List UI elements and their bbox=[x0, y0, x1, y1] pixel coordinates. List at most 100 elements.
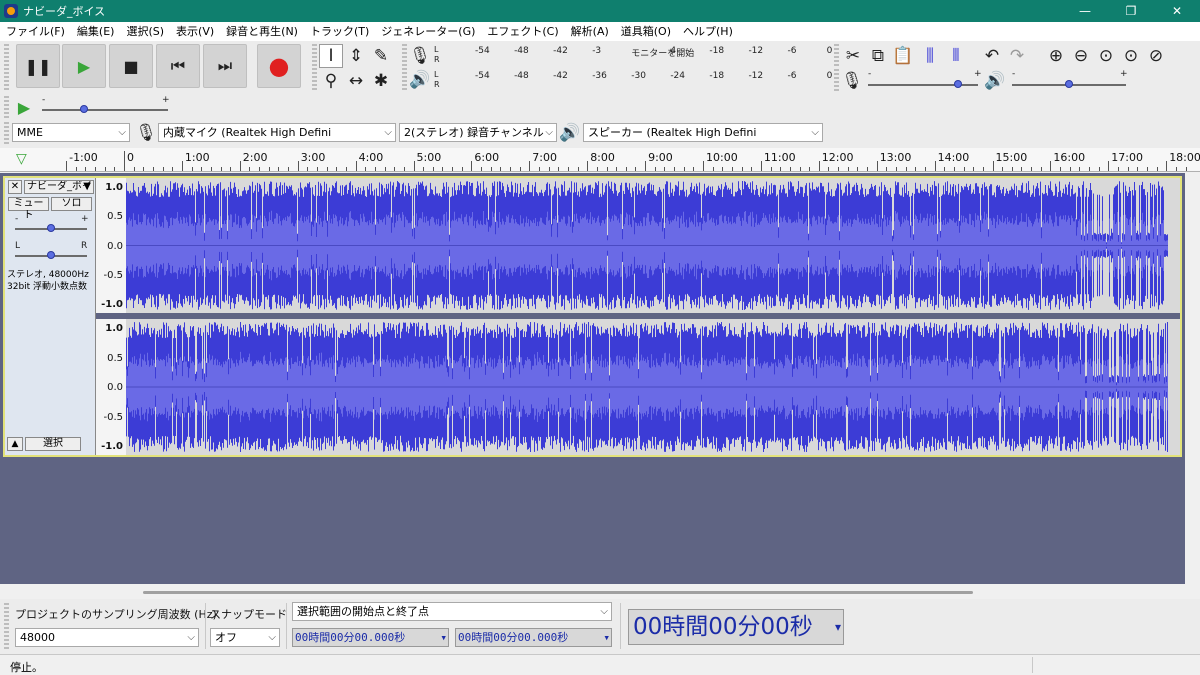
draw-tool[interactable]: ✎ bbox=[369, 44, 393, 68]
playback-meter[interactable]: -54 -48 -42 -36 -30 -24 -18 -12 -6 0 bbox=[447, 70, 832, 87]
waveform-right-channel[interactable] bbox=[126, 319, 1168, 455]
toolbar-grip[interactable] bbox=[4, 44, 9, 92]
menu-item[interactable]: トラック(T) bbox=[304, 22, 375, 41]
envelope-tool[interactable]: ⇕ bbox=[344, 44, 368, 68]
undo-button[interactable]: ↶ bbox=[980, 44, 1004, 68]
ruler-minor-tick bbox=[326, 167, 328, 171]
fit-project-button[interactable]: ⊙ bbox=[1119, 44, 1143, 68]
pan-thumb[interactable] bbox=[47, 251, 55, 259]
time-shift-tool[interactable]: ↔ bbox=[344, 69, 368, 93]
selection-end-time[interactable]: 00時間00分00.000秒 ▾ bbox=[455, 628, 612, 647]
menu-item[interactable]: 選択(S) bbox=[120, 22, 170, 41]
skip-end-button[interactable]: ⏭ bbox=[203, 44, 247, 88]
ruler-minor-tick bbox=[731, 167, 733, 171]
toolbar-grip[interactable] bbox=[834, 44, 839, 68]
toolbar-grip[interactable] bbox=[312, 44, 317, 92]
project-rate-value: 48000 bbox=[20, 631, 55, 644]
minimize-button[interactable]: — bbox=[1062, 0, 1108, 22]
toolbar-grip[interactable] bbox=[402, 44, 407, 92]
meter-tick-label: モニターを開始 bbox=[631, 49, 695, 59]
zoom-out-button[interactable]: ⊖ bbox=[1069, 44, 1093, 68]
play-at-speed-button[interactable]: ▶ bbox=[12, 95, 36, 119]
pause-button[interactable]: ❚❚ bbox=[16, 44, 60, 88]
stop-button[interactable]: ■ bbox=[109, 44, 153, 88]
project-rate-select[interactable]: 48000 ⌵ bbox=[15, 628, 199, 647]
ruler-minor-tick bbox=[577, 167, 579, 171]
ruler-minor-tick bbox=[394, 167, 396, 171]
ruler-minor-tick bbox=[751, 167, 753, 171]
timeline-ruler[interactable]: ▽ -1:00 0 1:00 2:00 3:00 4:00 5:00 6:00 7:00 8:00… bbox=[0, 148, 1200, 172]
time-format-dropdown-icon[interactable]: ▾ bbox=[603, 629, 610, 646]
meter-tick-label: -6 bbox=[787, 46, 797, 56]
menu-item[interactable]: 編集(E) bbox=[71, 22, 121, 41]
ruler-minor-tick bbox=[1060, 167, 1062, 171]
play-meter-speaker-icon[interactable]: 🔊 bbox=[408, 68, 432, 92]
selection-start-time[interactable]: 00時間00分00.000秒 ▾ bbox=[292, 628, 449, 647]
audio-track[interactable]: ✕ ナビーダ_ボイ ▼ ミュート ソロ - + L R ステレオ, 48000Hz… bbox=[3, 176, 1182, 457]
horizontal-scrollbar[interactable] bbox=[0, 584, 1200, 599]
menu-item[interactable]: 解析(A) bbox=[565, 22, 615, 41]
menu-item[interactable]: 表示(V) bbox=[170, 22, 220, 41]
audio-position-time[interactable]: 00時間00分00秒 ▾ bbox=[628, 609, 844, 645]
vertical-scrollbar[interactable] bbox=[1185, 173, 1200, 584]
toolbar-grip[interactable] bbox=[834, 69, 839, 93]
copy-button[interactable]: ⧉ bbox=[866, 44, 890, 68]
zoom-in-button[interactable]: ⊕ bbox=[1044, 44, 1068, 68]
cut-button[interactable]: ✂ bbox=[841, 44, 865, 68]
mute-button[interactable]: ミュート bbox=[8, 197, 49, 221]
horizontal-scroll-thumb[interactable] bbox=[143, 591, 973, 594]
input-channels-select[interactable]: 2(ステレオ) 録音チャンネル ⌵ bbox=[399, 123, 557, 142]
menu-item[interactable]: ヘルプ(H) bbox=[677, 22, 739, 41]
track-name-menu[interactable]: ナビーダ_ボイ ▼ bbox=[24, 180, 94, 194]
collapse-track-button[interactable]: ▲ bbox=[7, 437, 23, 451]
play-volume-thumb[interactable] bbox=[1065, 80, 1073, 88]
toolbar-grip[interactable] bbox=[4, 603, 9, 649]
timeline-pin-icon[interactable]: ▽ bbox=[16, 151, 27, 167]
close-button[interactable]: ✕ bbox=[1154, 0, 1200, 22]
record-meter[interactable]: -54 -48 -42 -3 モニターを開始 4 -18 -12 -6 0 bbox=[447, 45, 832, 62]
menu-item[interactable]: ジェネレーター(G) bbox=[375, 22, 481, 41]
zoom-tool[interactable]: ⚲ bbox=[319, 69, 343, 93]
record-button[interactable]: ● bbox=[257, 44, 301, 88]
menu-item[interactable]: 道具箱(O) bbox=[615, 22, 677, 41]
toolbar-grip[interactable] bbox=[4, 96, 9, 118]
selection-mode-select[interactable]: 選択範囲の開始点と終了点 ⌵ bbox=[292, 602, 612, 621]
trim-button[interactable]: ⫼ bbox=[918, 44, 942, 68]
redo-button[interactable]: ↷ bbox=[1005, 44, 1029, 68]
time-format-dropdown-icon[interactable]: ▾ bbox=[835, 610, 841, 644]
skip-start-button[interactable]: ⏮ bbox=[156, 44, 200, 88]
menu-item[interactable]: エフェクト(C) bbox=[481, 22, 564, 41]
snap-mode-value: オフ bbox=[215, 631, 237, 644]
fit-selection-button[interactable]: ⊙ bbox=[1094, 44, 1118, 68]
selection-tool[interactable]: I bbox=[319, 44, 343, 68]
gain-thumb[interactable] bbox=[47, 224, 55, 232]
input-device-select[interactable]: 内蔵マイク (Realtek High Defini ⌵ bbox=[158, 123, 396, 142]
play-button[interactable]: ▶ bbox=[62, 44, 106, 88]
menu-item[interactable]: ファイル(F) bbox=[0, 22, 71, 41]
stop-icon: ■ bbox=[123, 56, 139, 76]
waveform-left-channel[interactable] bbox=[126, 178, 1168, 313]
ruler-major-tick bbox=[703, 161, 704, 171]
play-speed-slider[interactable] bbox=[42, 109, 168, 111]
solo-button[interactable]: ソロ bbox=[51, 197, 92, 211]
track-panel[interactable]: ✕ ナビーダ_ボイ ▼ ミュート ソロ - + L R ステレオ, 48000Hz… bbox=[0, 173, 1185, 584]
toolbar-grip[interactable] bbox=[4, 122, 9, 144]
output-device-select[interactable]: スピーカー (Realtek High Defini ⌵ bbox=[583, 123, 823, 142]
record-volume-thumb[interactable] bbox=[954, 80, 963, 88]
select-track-button[interactable]: 選択 bbox=[25, 437, 81, 451]
zoom-toggle-button[interactable]: ⊘ bbox=[1144, 44, 1168, 68]
track-close-button[interactable]: ✕ bbox=[8, 180, 22, 194]
maximize-button[interactable]: ❐ bbox=[1108, 0, 1154, 22]
record-meter-mic-icon[interactable]: 🎙 bbox=[408, 44, 432, 68]
time-format-dropdown-icon[interactable]: ▾ bbox=[440, 629, 447, 646]
ruler-minor-tick bbox=[857, 167, 859, 171]
play-speed-thumb[interactable] bbox=[79, 105, 88, 113]
menu-item[interactable]: 録音と再生(N) bbox=[220, 22, 304, 41]
snap-mode-select[interactable]: オフ ⌵ bbox=[210, 628, 280, 647]
chevron-down-icon: ⌵ bbox=[545, 127, 553, 138]
multi-tool[interactable]: ✱ bbox=[369, 69, 393, 93]
audio-host-select[interactable]: MME ⌵ bbox=[12, 123, 130, 142]
paste-button[interactable]: 📋 bbox=[891, 44, 915, 68]
silence-button[interactable]: ⫴ bbox=[944, 44, 968, 68]
ruler-minor-tick bbox=[799, 167, 801, 171]
